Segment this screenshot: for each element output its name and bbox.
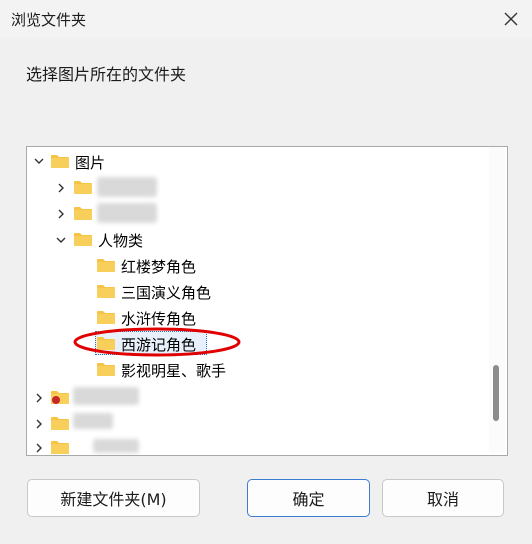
ok-button[interactable]: 确定 xyxy=(247,479,370,517)
cancel-button[interactable]: 取消 xyxy=(382,479,504,517)
new-folder-button[interactable]: 新建文件夹(M) xyxy=(27,479,200,517)
red-circle-annotation xyxy=(73,327,241,357)
chevron-down-icon[interactable] xyxy=(33,155,45,167)
tree-item-child[interactable]: 三国演义角色 xyxy=(121,282,211,303)
folder-icon xyxy=(51,441,69,454)
folder-icon xyxy=(74,181,92,194)
close-icon xyxy=(504,12,518,26)
chevron-right-icon[interactable] xyxy=(33,418,45,430)
redacted-label xyxy=(97,177,157,197)
chevron-right-icon[interactable] xyxy=(33,392,45,404)
folder-icon xyxy=(51,391,69,404)
folder-tree[interactable]: 图片 人物类 红楼梦角色 三国演义角色 水浒传角色 西游记角色 影视明星、歌手 xyxy=(26,146,508,456)
folder-icon xyxy=(74,207,92,220)
tree-item-root-label[interactable]: 图片 xyxy=(75,152,105,173)
folder-icon xyxy=(74,233,92,246)
tree-item-child[interactable]: 影视明星、歌手 xyxy=(121,360,226,381)
folder-icon xyxy=(51,417,69,430)
dialog-prompt: 选择图片所在的文件夹 xyxy=(26,65,187,84)
folder-icon xyxy=(97,363,115,376)
chevron-down-icon[interactable] xyxy=(55,234,67,246)
folder-icon xyxy=(97,259,115,272)
scrollbar-thumb[interactable] xyxy=(493,365,499,421)
folder-icon xyxy=(51,155,69,168)
window-title: 浏览文件夹 xyxy=(11,11,87,29)
chevron-right-icon[interactable] xyxy=(55,182,67,194)
tree-item-group-label[interactable]: 人物类 xyxy=(98,230,143,251)
folder-icon xyxy=(97,285,115,298)
tree-item-child[interactable]: 红楼梦角色 xyxy=(121,256,196,277)
close-button[interactable] xyxy=(499,7,523,31)
redacted-label xyxy=(73,413,113,429)
chevron-right-icon[interactable] xyxy=(55,208,67,220)
redacted-label xyxy=(97,203,157,223)
redacted-label xyxy=(73,387,139,405)
chevron-right-icon[interactable] xyxy=(33,442,45,454)
title-bar: 浏览文件夹 xyxy=(0,0,532,38)
redacted-label xyxy=(93,439,139,453)
folder-icon xyxy=(97,311,115,324)
